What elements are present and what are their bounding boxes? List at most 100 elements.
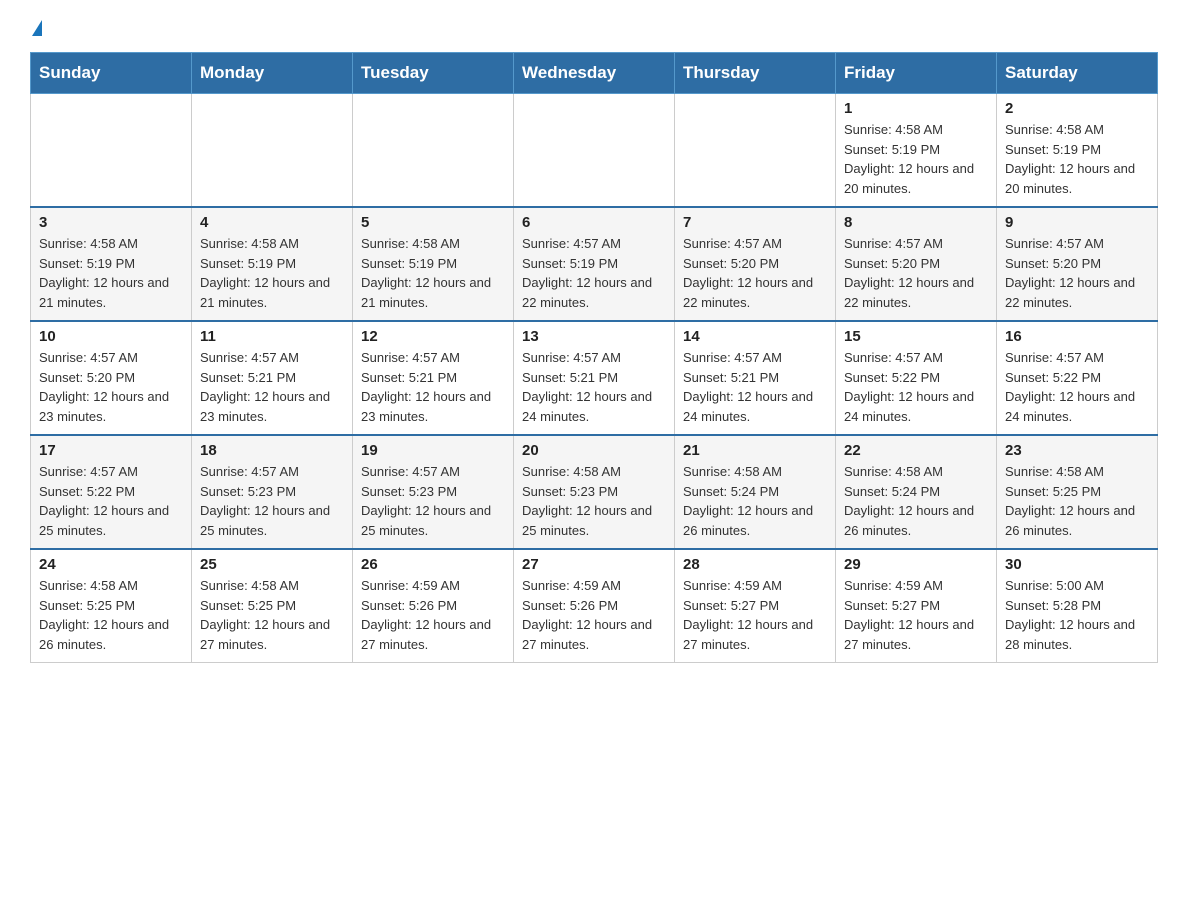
calendar-week-row: 10 Sunrise: 4:57 AMSunset: 5:20 PMDayligh… [31,321,1158,435]
day-info: Sunrise: 4:58 AMSunset: 5:19 PMDaylight:… [361,234,505,312]
day-number: 15 [844,328,988,345]
day-info: Sunrise: 4:57 AMSunset: 5:20 PMDaylight:… [1005,234,1149,312]
page-header [30,20,1158,36]
day-info: Sunrise: 4:59 AMSunset: 5:26 PMDaylight:… [522,576,666,654]
day-info: Sunrise: 4:57 AMSunset: 5:20 PMDaylight:… [39,348,183,426]
weekday-header-friday: Friday [836,53,997,94]
calendar-day-cell [353,94,514,208]
day-info: Sunrise: 4:58 AMSunset: 5:25 PMDaylight:… [1005,462,1149,540]
day-number: 6 [522,214,666,231]
calendar-day-cell: 20 Sunrise: 4:58 AMSunset: 5:23 PMDayligh… [514,435,675,549]
day-number: 19 [361,442,505,459]
weekday-header-monday: Monday [192,53,353,94]
day-number: 18 [200,442,344,459]
day-number: 14 [683,328,827,345]
calendar-day-cell: 1 Sunrise: 4:58 AMSunset: 5:19 PMDaylight… [836,94,997,208]
calendar-day-cell: 29 Sunrise: 4:59 AMSunset: 5:27 PMDayligh… [836,549,997,663]
day-number: 27 [522,556,666,573]
calendar-day-cell: 9 Sunrise: 4:57 AMSunset: 5:20 PMDaylight… [997,207,1158,321]
day-number: 7 [683,214,827,231]
day-number: 20 [522,442,666,459]
calendar-day-cell: 21Sunrise: 4:58 AMSunset: 5:24 PMDayligh… [675,435,836,549]
weekday-header-wednesday: Wednesday [514,53,675,94]
day-info: Sunrise: 4:57 AMSunset: 5:22 PMDaylight:… [39,462,183,540]
calendar-day-cell: 12 Sunrise: 4:57 AMSunset: 5:21 PMDayligh… [353,321,514,435]
calendar-day-cell: 24 Sunrise: 4:58 AMSunset: 5:25 PMDayligh… [31,549,192,663]
day-info: Sunrise: 4:57 AMSunset: 5:23 PMDaylight:… [361,462,505,540]
day-info: Sunrise: 4:59 AMSunset: 5:27 PMDaylight:… [683,576,827,654]
calendar-day-cell: 14 Sunrise: 4:57 AMSunset: 5:21 PMDayligh… [675,321,836,435]
calendar-day-cell: 22 Sunrise: 4:58 AMSunset: 5:24 PMDayligh… [836,435,997,549]
calendar-day-cell: 15 Sunrise: 4:57 AMSunset: 5:22 PMDayligh… [836,321,997,435]
calendar-table: SundayMondayTuesdayWednesdayThursdayFrid… [30,52,1158,663]
calendar-day-cell: 26Sunrise: 4:59 AMSunset: 5:26 PMDayligh… [353,549,514,663]
calendar-day-cell: 23 Sunrise: 4:58 AMSunset: 5:25 PMDayligh… [997,435,1158,549]
day-info: Sunrise: 4:58 AMSunset: 5:24 PMDaylight:… [844,462,988,540]
day-number: 16 [1005,328,1149,345]
calendar-day-cell: 30 Sunrise: 5:00 AMSunset: 5:28 PMDayligh… [997,549,1158,663]
calendar-day-cell: 6 Sunrise: 4:57 AMSunset: 5:19 PMDaylight… [514,207,675,321]
calendar-day-cell: 2 Sunrise: 4:58 AMSunset: 5:19 PMDaylight… [997,94,1158,208]
calendar-week-row: 3 Sunrise: 4:58 AMSunset: 5:19 PMDaylight… [31,207,1158,321]
calendar-day-cell: 18 Sunrise: 4:57 AMSunset: 5:23 PMDayligh… [192,435,353,549]
calendar-day-cell: 17 Sunrise: 4:57 AMSunset: 5:22 PMDayligh… [31,435,192,549]
calendar-day-cell: 3Sunrise: 4:58 AMSunset: 5:19 PMDaylight… [31,207,192,321]
weekday-header-thursday: Thursday [675,53,836,94]
day-info: Sunrise: 4:57 AMSunset: 5:19 PMDaylight:… [522,234,666,312]
day-info: Sunrise: 4:59 AMSunset: 5:27 PMDaylight:… [844,576,988,654]
calendar-day-cell [514,94,675,208]
calendar-day-cell: 25Sunrise: 4:58 AMSunset: 5:25 PMDayligh… [192,549,353,663]
weekday-header-saturday: Saturday [997,53,1158,94]
day-info: Sunrise: 4:57 AMSunset: 5:21 PMDaylight:… [200,348,344,426]
calendar-day-cell: 4 Sunrise: 4:58 AMSunset: 5:19 PMDaylight… [192,207,353,321]
day-number: 17 [39,442,183,459]
day-number: 22 [844,442,988,459]
calendar-week-row: 24 Sunrise: 4:58 AMSunset: 5:25 PMDayligh… [31,549,1158,663]
calendar-day-cell [192,94,353,208]
day-info: Sunrise: 4:58 AMSunset: 5:25 PMDaylight:… [39,576,183,654]
day-number: 29 [844,556,988,573]
day-info: Sunrise: 4:58 AMSunset: 5:19 PMDaylight:… [1005,120,1149,198]
day-info: Sunrise: 4:58 AMSunset: 5:19 PMDaylight:… [844,120,988,198]
day-info: Sunrise: 4:57 AMSunset: 5:21 PMDaylight:… [361,348,505,426]
day-info: Sunrise: 4:57 AMSunset: 5:22 PMDaylight:… [844,348,988,426]
day-number: 10 [39,328,183,345]
calendar-day-cell: 16Sunrise: 4:57 AMSunset: 5:22 PMDayligh… [997,321,1158,435]
day-info: Sunrise: 4:57 AMSunset: 5:23 PMDaylight:… [200,462,344,540]
weekday-header-sunday: Sunday [31,53,192,94]
day-number: 12 [361,328,505,345]
day-info: Sunrise: 4:57 AMSunset: 5:20 PMDaylight:… [683,234,827,312]
day-info: Sunrise: 4:57 AMSunset: 5:21 PMDaylight:… [522,348,666,426]
day-number: 9 [1005,214,1149,231]
day-number: 26 [361,556,505,573]
calendar-day-cell: 27 Sunrise: 4:59 AMSunset: 5:26 PMDayligh… [514,549,675,663]
day-number: 25 [200,556,344,573]
calendar-day-cell: 5 Sunrise: 4:58 AMSunset: 5:19 PMDaylight… [353,207,514,321]
day-info: Sunrise: 4:57 AMSunset: 5:20 PMDaylight:… [844,234,988,312]
calendar-day-cell: 11Sunrise: 4:57 AMSunset: 5:21 PMDayligh… [192,321,353,435]
calendar-day-cell: 13 Sunrise: 4:57 AMSunset: 5:21 PMDayligh… [514,321,675,435]
day-number: 23 [1005,442,1149,459]
logo-triangle-icon [32,20,42,36]
day-number: 13 [522,328,666,345]
day-info: Sunrise: 5:00 AMSunset: 5:28 PMDaylight:… [1005,576,1149,654]
day-number: 24 [39,556,183,573]
day-number: 4 [200,214,344,231]
day-number: 5 [361,214,505,231]
calendar-day-cell [31,94,192,208]
day-info: Sunrise: 4:58 AMSunset: 5:19 PMDaylight:… [200,234,344,312]
day-info: Sunrise: 4:57 AMSunset: 5:21 PMDaylight:… [683,348,827,426]
logo [30,20,42,36]
day-number: 8 [844,214,988,231]
day-number: 30 [1005,556,1149,573]
calendar-day-cell: 28Sunrise: 4:59 AMSunset: 5:27 PMDayligh… [675,549,836,663]
calendar-week-row: 17 Sunrise: 4:57 AMSunset: 5:22 PMDayligh… [31,435,1158,549]
day-info: Sunrise: 4:58 AMSunset: 5:23 PMDaylight:… [522,462,666,540]
day-number: 1 [844,100,988,117]
day-number: 3 [39,214,183,231]
calendar-week-row: 1 Sunrise: 4:58 AMSunset: 5:19 PMDaylight… [31,94,1158,208]
calendar-day-cell [675,94,836,208]
day-info: Sunrise: 4:58 AMSunset: 5:24 PMDaylight:… [683,462,827,540]
day-number: 2 [1005,100,1149,117]
calendar-day-cell: 7 Sunrise: 4:57 AMSunset: 5:20 PMDaylight… [675,207,836,321]
